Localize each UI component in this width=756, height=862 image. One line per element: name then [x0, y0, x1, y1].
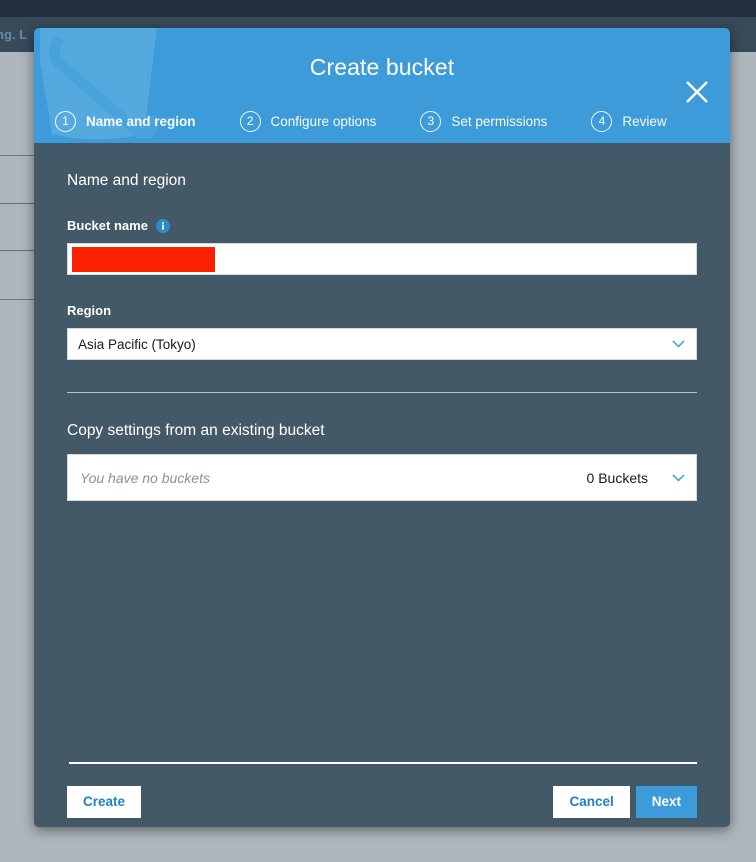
copy-settings-placeholder: You have no buckets	[80, 469, 210, 486]
create-button[interactable]: Create	[67, 785, 142, 819]
redaction-block	[72, 247, 215, 272]
step-review[interactable]: 4 Review	[591, 110, 667, 132]
step-label: Name and region	[86, 113, 196, 129]
bucket-name-label-text: Bucket name	[67, 218, 148, 233]
step-label: Configure options	[270, 113, 377, 129]
cancel-button[interactable]: Cancel	[553, 785, 630, 819]
dialog-title: Create bucket	[309, 54, 455, 80]
step-label: Set permissions	[451, 113, 548, 129]
step-number: 2	[239, 110, 261, 132]
section-heading-copy-settings: Copy settings from an existing bucket	[67, 422, 325, 439]
region-select-value: Asia Pacific (Tokyo)	[78, 336, 196, 352]
region-label-text: Region	[67, 303, 112, 318]
footer-divider	[69, 762, 697, 764]
info-icon[interactable]	[155, 218, 170, 233]
step-label: Review	[622, 113, 667, 129]
step-number: 3	[420, 110, 442, 132]
chevron-down-icon	[672, 340, 685, 348]
chevron-down-icon	[672, 473, 685, 482]
create-bucket-dialog: Create bucket 1 Name and region 2 Config…	[34, 28, 730, 827]
global-top-bar	[0, 0, 756, 17]
step-configure-options[interactable]: 2 Configure options	[239, 110, 377, 132]
step-number: 4	[591, 110, 613, 132]
step-number: 1	[55, 110, 76, 132]
step-name-and-region[interactable]: 1 Name and region	[55, 110, 196, 132]
copy-settings-count: 0 Buckets	[586, 469, 648, 486]
region-label: Region	[67, 303, 697, 318]
region-select[interactable]: Asia Pacific (Tokyo)	[67, 328, 697, 360]
bucket-name-input[interactable]	[67, 243, 697, 275]
dialog-footer: Create Cancel Next	[34, 762, 730, 827]
dialog-header: Create bucket 1 Name and region 2 Config…	[34, 28, 730, 143]
step-set-permissions[interactable]: 3 Set permissions	[420, 110, 548, 132]
copy-settings-select[interactable]: You have no buckets 0 Buckets	[67, 454, 697, 501]
section-heading-name-and-region: Name and region	[67, 172, 186, 189]
next-button[interactable]: Next	[635, 785, 697, 819]
dialog-steps: 1 Name and region 2 Configure options 3 …	[34, 99, 730, 143]
dialog-body: Name and region Bucket name Region Asia …	[34, 143, 730, 777]
bucket-name-label: Bucket name	[67, 218, 697, 233]
